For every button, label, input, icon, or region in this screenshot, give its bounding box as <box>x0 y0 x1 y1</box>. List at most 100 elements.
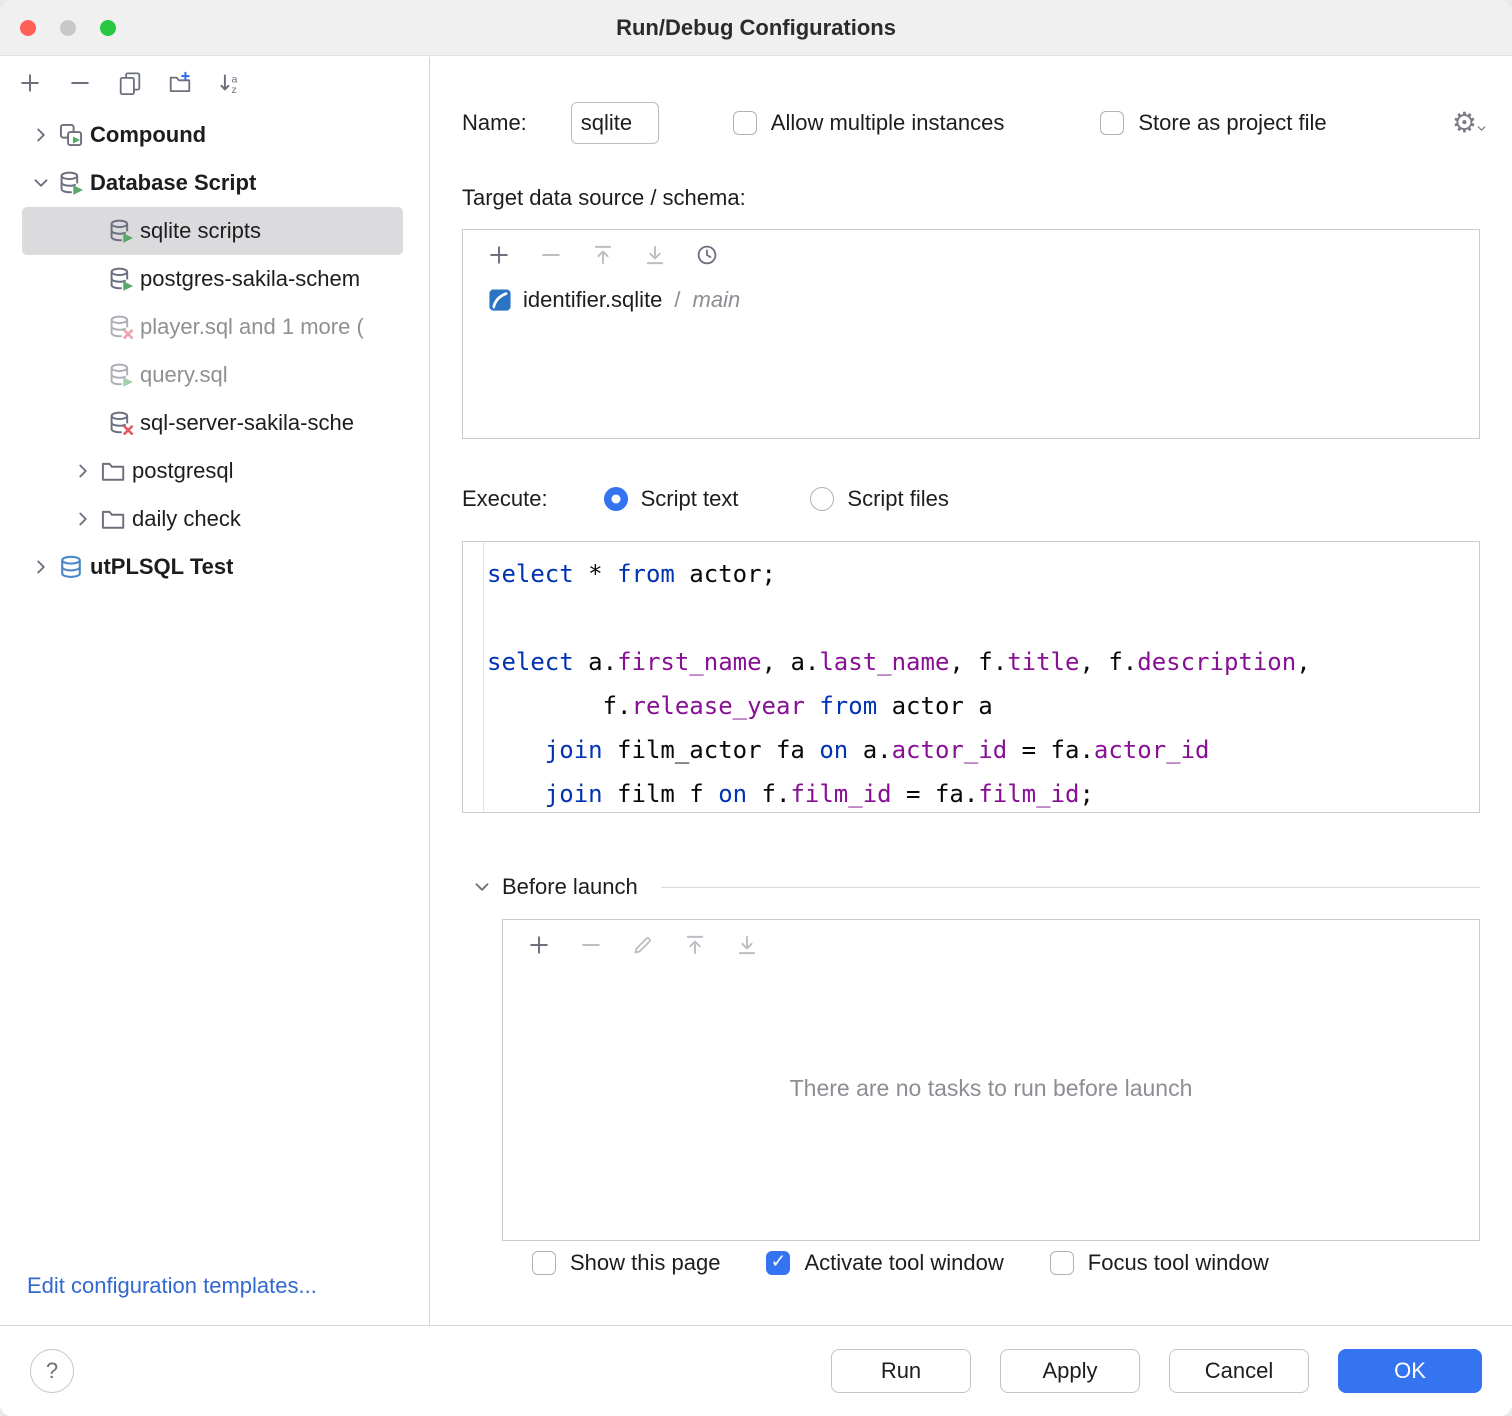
move-down-icon <box>735 933 759 957</box>
remove-configuration-button[interactable] <box>68 71 92 95</box>
move-down-icon <box>643 243 667 267</box>
radio-label: Script files <box>847 486 948 512</box>
chevron-down-icon[interactable] <box>471 876 493 898</box>
tree-item-postgresql-folder[interactable]: postgresql <box>22 447 403 495</box>
history-icon <box>695 243 719 267</box>
checkbox-label: Activate tool window <box>804 1250 1003 1276</box>
configurations-sidebar: Compound Database Script sqlite scripts … <box>0 57 430 1325</box>
checkbox-label: Allow multiple instances <box>771 110 1005 136</box>
tree-item-postgres-sakila-schema[interactable]: postgres-sakila-schem <box>22 255 403 303</box>
database-run-icon <box>108 266 134 292</box>
store-as-project-file-checkbox[interactable]: Store as project file <box>1100 110 1326 136</box>
radio-button[interactable] <box>604 487 628 511</box>
chevron-down-icon[interactable] <box>30 172 52 194</box>
add-data-source-button[interactable] <box>487 243 511 267</box>
bottom-options-row: Show this page Activate tool window Focu… <box>532 1241 1269 1285</box>
zoom-window-button[interactable] <box>100 20 116 36</box>
apply-button[interactable]: Apply <box>1000 1349 1140 1393</box>
remove-icon <box>579 933 603 957</box>
add-configuration-button[interactable] <box>18 71 42 95</box>
tree-item-sql-server-sakila-schema[interactable]: sql-server-sakila-sche <box>22 399 403 447</box>
chevron-right-icon[interactable] <box>72 508 94 530</box>
checkbox-box[interactable] <box>733 111 757 135</box>
move-task-up-button[interactable] <box>683 933 707 957</box>
code-line: select * from actor; <box>487 552 1479 596</box>
chevron-right-icon[interactable] <box>30 124 52 146</box>
sort-configurations-button[interactable] <box>218 71 242 95</box>
execute-row: Execute: Script text Script files <box>462 477 949 521</box>
tree-item-compound[interactable]: Compound <box>22 111 403 159</box>
tree-item-label: sqlite scripts <box>140 218 261 244</box>
before-launch-panel: There are no tasks to run before launch <box>502 919 1480 1241</box>
tree-item-player-sql[interactable]: player.sql and 1 more ( <box>22 303 403 351</box>
folder-icon <box>100 458 126 484</box>
chevron-down-icon <box>1475 122 1488 135</box>
radio-button[interactable] <box>810 487 834 511</box>
focus-tool-window-checkbox[interactable]: Focus tool window <box>1050 1250 1269 1276</box>
data-source-item[interactable]: identifier.sqlite / main <box>463 277 1479 313</box>
before-launch-label: Before launch <box>502 874 638 900</box>
target-toolbar <box>463 230 1479 277</box>
move-task-down-button[interactable] <box>735 933 759 957</box>
configuration-detail-panel: Name: Allow multiple instances Store as … <box>431 57 1512 1325</box>
add-icon <box>487 243 511 267</box>
edit-task-button[interactable] <box>631 933 655 957</box>
code-line: join film f on f.film_id = fa.film_id; <box>487 772 1479 812</box>
show-this-page-checkbox[interactable]: Show this page <box>532 1250 720 1276</box>
checkbox-box[interactable] <box>532 1251 556 1275</box>
data-source-name: identifier.sqlite <box>523 287 662 313</box>
target-data-source-label: Target data source / schema: <box>462 185 746 211</box>
tree-item-database-script[interactable]: Database Script <box>22 159 403 207</box>
window-title: Run/Debug Configurations <box>616 15 896 41</box>
chevron-right-icon[interactable] <box>30 556 52 578</box>
settings-gear-icon[interactable]: ⚙ <box>1452 109 1488 137</box>
move-up-button[interactable] <box>591 243 615 267</box>
radio-label: Script text <box>641 486 739 512</box>
add-task-button[interactable] <box>527 933 551 957</box>
activate-tool-window-checkbox[interactable]: Activate tool window <box>766 1250 1003 1276</box>
name-label: Name: <box>462 110 527 136</box>
edit-configuration-templates-link[interactable]: Edit configuration templates... <box>27 1273 317 1299</box>
name-row: Name: Allow multiple instances Store as … <box>462 101 1488 145</box>
remove-task-button[interactable] <box>579 933 603 957</box>
database-run-icon <box>108 218 134 244</box>
titlebar[interactable]: Run/Debug Configurations <box>0 0 1512 56</box>
tree-item-label: postgresql <box>132 458 234 484</box>
new-folder-button[interactable] <box>168 71 192 95</box>
close-window-button[interactable] <box>20 20 36 36</box>
checkbox-box[interactable] <box>1100 111 1124 135</box>
allow-multiple-instances-checkbox[interactable]: Allow multiple instances <box>733 110 1005 136</box>
code-line: join film_actor fa on a.actor_id = fa.ac… <box>487 728 1479 772</box>
cancel-button[interactable]: Cancel <box>1169 1349 1309 1393</box>
history-button[interactable] <box>695 243 719 267</box>
remove-data-source-button[interactable] <box>539 243 563 267</box>
tree-item-daily-check-folder[interactable]: daily check <box>22 495 403 543</box>
tree-item-utplsql-test[interactable]: utPLSQL Test <box>22 543 403 591</box>
move-down-button[interactable] <box>643 243 667 267</box>
section-divider <box>661 887 1480 888</box>
checkbox-box[interactable] <box>766 1251 790 1275</box>
minimize-window-button <box>60 20 76 36</box>
ok-button[interactable]: OK <box>1338 1349 1482 1393</box>
tree-item-label: player.sql and 1 more ( <box>140 314 364 340</box>
run-button[interactable]: Run <box>831 1349 971 1393</box>
sql-code[interactable]: select * from actor; select a.first_name… <box>484 542 1479 812</box>
script-files-radio[interactable]: Script files <box>810 486 948 512</box>
remove-icon <box>68 71 92 95</box>
help-button[interactable]: ? <box>30 1349 74 1393</box>
script-text-editor[interactable]: select * from actor; select a.first_name… <box>462 541 1480 813</box>
add-icon <box>527 933 551 957</box>
tree-item-query-sql[interactable]: query.sql <box>22 351 403 399</box>
checkbox-label: Focus tool window <box>1088 1250 1269 1276</box>
execute-label: Execute: <box>462 486 548 512</box>
copy-configuration-button[interactable] <box>118 71 142 95</box>
tree-item-sqlite-scripts[interactable]: sqlite scripts <box>22 207 403 255</box>
remove-icon <box>539 243 563 267</box>
checkbox-box[interactable] <box>1050 1251 1074 1275</box>
tree-item-label: query.sql <box>140 362 228 388</box>
before-launch-header: Before launch <box>471 865 1480 909</box>
name-input[interactable] <box>571 102 659 144</box>
chevron-right-icon[interactable] <box>72 460 94 482</box>
script-text-radio[interactable]: Script text <box>604 486 739 512</box>
tree-item-label: sql-server-sakila-sche <box>140 410 354 436</box>
